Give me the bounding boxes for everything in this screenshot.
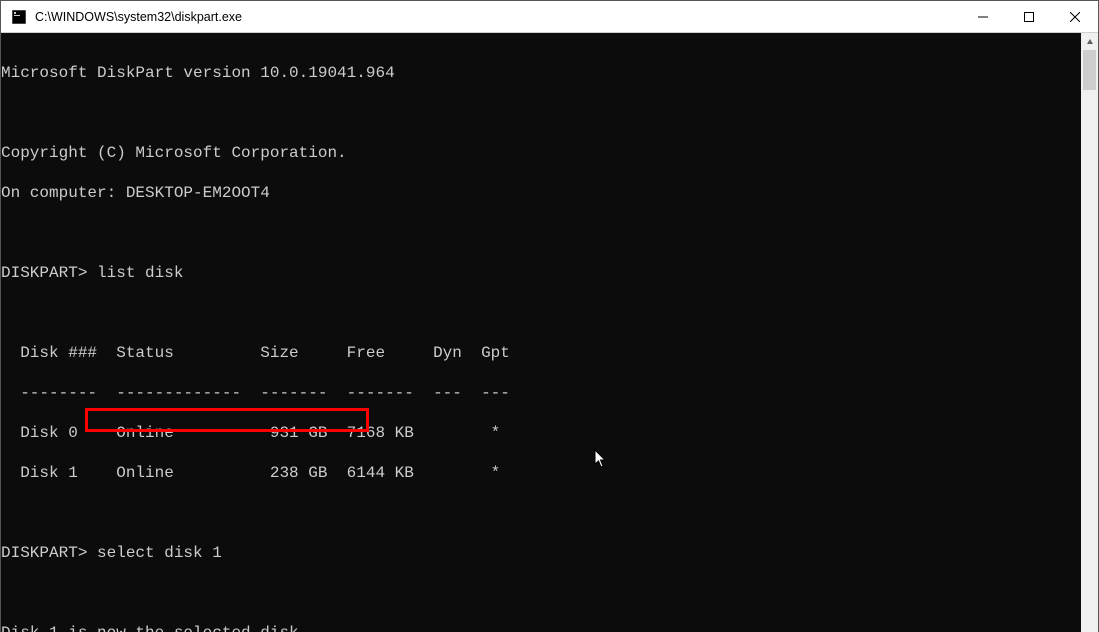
scroll-thumb[interactable] [1083,50,1096,90]
minimize-button[interactable] [960,1,1006,32]
window: C:\WINDOWS\system32\diskpart.exe Microso… [0,0,1099,632]
scroll-track[interactable] [1081,50,1098,632]
maximize-button[interactable] [1006,1,1052,32]
terminal-line: Microsoft DiskPart version 10.0.19041.96… [1,63,1081,83]
prompt: DISKPART> [1,264,97,282]
terminal-line: On computer: DESKTOP-EM2OOT4 [1,183,1081,203]
table-header: Disk ### Status Size Free Dyn Gpt [1,343,1081,363]
window-controls [960,1,1098,32]
terminal-line: Disk 1 is now the selected disk. [1,623,1081,632]
table-row: Disk 1 Online 238 GB 6144 KB * [1,463,1081,483]
terminal-line [1,583,1081,603]
terminal[interactable]: Microsoft DiskPart version 10.0.19041.96… [1,33,1081,632]
scroll-up-button[interactable] [1081,33,1098,50]
vertical-scrollbar[interactable] [1081,33,1098,632]
command: select disk 1 [97,544,222,562]
terminal-line [1,223,1081,243]
app-icon [11,9,27,25]
titlebar[interactable]: C:\WINDOWS\system32\diskpart.exe [1,1,1098,33]
terminal-prompt-line: DISKPART> select disk 1 [1,543,1081,563]
prompt: DISKPART> [1,544,97,562]
terminal-prompt-line: DISKPART> list disk [1,263,1081,283]
table-divider: -------- ------------- ------- ------- -… [1,383,1081,403]
close-button[interactable] [1052,1,1098,32]
terminal-line [1,503,1081,523]
terminal-line: Copyright (C) Microsoft Corporation. [1,143,1081,163]
table-row: Disk 0 Online 931 GB 7168 KB * [1,423,1081,443]
terminal-line [1,303,1081,323]
terminal-line [1,103,1081,123]
window-title: C:\WINDOWS\system32\diskpart.exe [35,1,960,33]
command: list disk [97,264,183,282]
client-area: Microsoft DiskPart version 10.0.19041.96… [1,33,1098,632]
